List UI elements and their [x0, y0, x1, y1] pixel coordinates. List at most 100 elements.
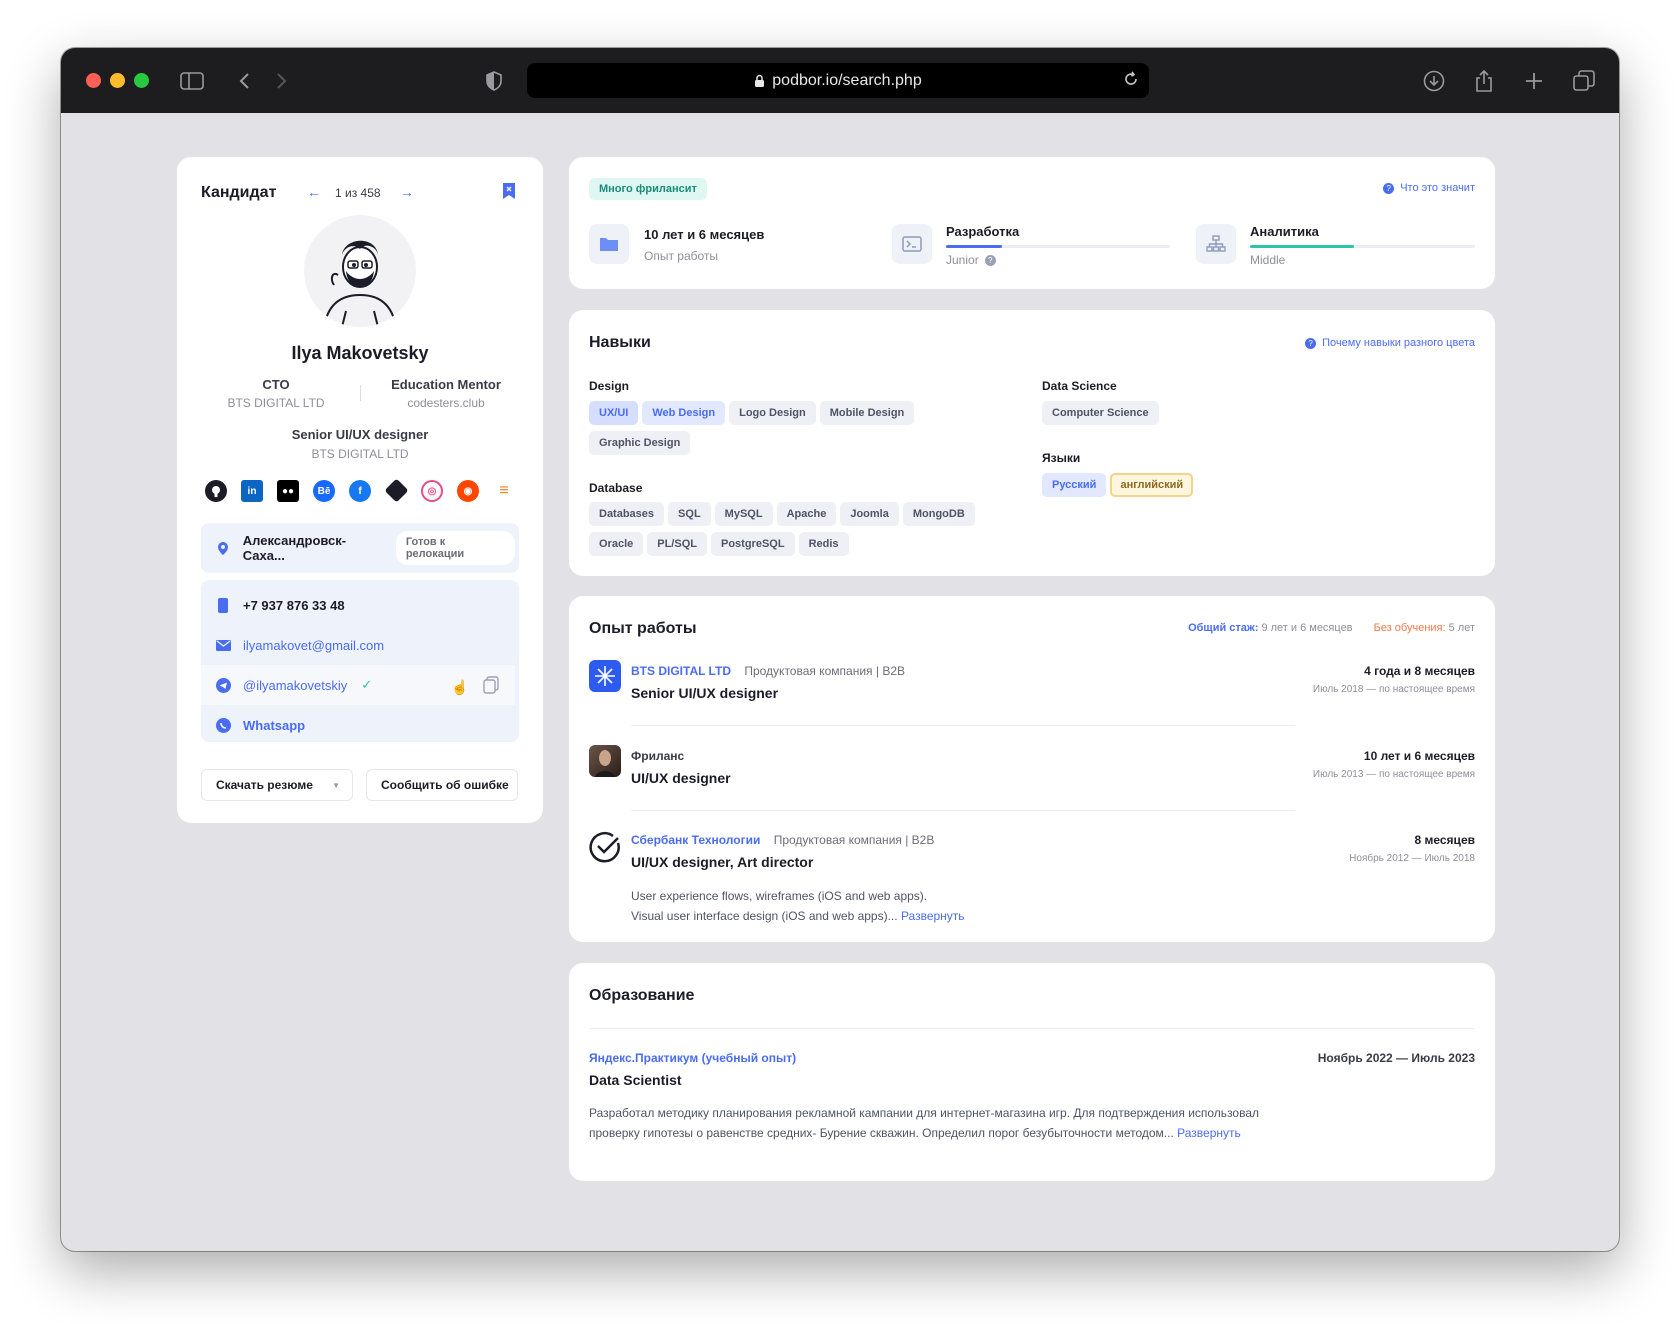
- skill-chip[interactable]: PL/SQL: [647, 532, 707, 556]
- analytics-title: Аналитика: [1250, 224, 1319, 239]
- behance-icon[interactable]: Bē: [313, 480, 335, 502]
- skill-chip[interactable]: Graphic Design: [589, 431, 691, 455]
- skill-chip[interactable]: MySQL: [714, 502, 773, 526]
- info-icon[interactable]: ?: [984, 254, 996, 266]
- mail-icon: [215, 637, 231, 653]
- no-edu-value: 5 лет: [1448, 622, 1475, 634]
- tabs-overview-icon[interactable]: [1571, 68, 1597, 94]
- job-1-position: Senior UI/UX designer: [631, 685, 779, 701]
- url-text: podbor.io/search.php: [772, 71, 922, 89]
- download-resume-button[interactable]: Скачать резюме ▼: [201, 769, 353, 801]
- role-1: CTO BTS DIGITAL LTD: [201, 377, 351, 410]
- education-card: Образование Яндекс.Практикум (учебный оп…: [569, 963, 1495, 1181]
- address-bar[interactable]: podbor.io/search.php: [527, 63, 1149, 98]
- experience-title: Опыт работы: [589, 620, 697, 637]
- forward-icon[interactable]: [269, 68, 295, 94]
- back-icon[interactable]: [231, 68, 257, 94]
- ds-group-title: Data Science: [1042, 379, 1117, 393]
- shield-icon[interactable]: [481, 68, 507, 94]
- skill-chip[interactable]: Oracle: [589, 532, 644, 556]
- email-row[interactable]: ilyamakovet@gmail.com: [201, 625, 515, 665]
- browser-titlebar: podbor.io/search.php: [61, 48, 1619, 113]
- skill-chip[interactable]: Databases: [589, 502, 665, 526]
- job-3-desc-line-1: User experience flows, wireframes (iOS a…: [631, 889, 928, 903]
- git-icon[interactable]: [384, 478, 409, 503]
- whatsapp-link[interactable]: Whatsapp: [243, 718, 305, 733]
- role-2-org: codesters.club: [407, 396, 485, 410]
- expand-link[interactable]: Развернуть: [1177, 1126, 1241, 1140]
- database-chips: Databases SQL MySQL Apache Joomla MongoDB Orac…: [589, 502, 1009, 562]
- expand-link[interactable]: Развернуть: [901, 909, 965, 923]
- skill-chip[interactable]: Joomla: [840, 502, 899, 526]
- what-it-means-link[interactable]: ? Что это значит: [1383, 182, 1475, 194]
- job-3-desc-line-2-text: Visual user interface design (iOS and we…: [631, 909, 898, 923]
- design-chips: UX/UI Web Design Logo Design Mobile Design G…: [589, 401, 989, 461]
- skill-chip[interactable]: MongoDB: [902, 502, 975, 526]
- skill-chip[interactable]: Redis: [798, 532, 849, 556]
- telegram-row[interactable]: @ilyamakovetskiy ✓ ☝: [201, 665, 515, 705]
- phone-row[interactable]: +7 937 876 33 48: [201, 585, 515, 625]
- education-degree: Data Scientist: [589, 1072, 682, 1088]
- skill-chip[interactable]: UX/UI: [589, 401, 639, 425]
- experience-value: 10 лет и 6 месяцев: [644, 227, 765, 242]
- new-tab-icon[interactable]: [1521, 68, 1547, 94]
- maximize-window-button[interactable]: [134, 73, 149, 88]
- report-error-button[interactable]: Сообщить об ошибке: [366, 769, 518, 801]
- role-2-title: Education Mentor: [391, 377, 501, 392]
- prev-candidate-icon[interactable]: ←: [307, 184, 321, 200]
- close-window-button[interactable]: [86, 73, 101, 88]
- telegram-link[interactable]: @ilyamakovetskiy: [243, 678, 347, 693]
- analytics-progress-bar: [1250, 245, 1475, 248]
- candidate-card: Кандидат ← 1 из 458 → Ilya Makovetsky CT…: [177, 157, 543, 823]
- download-icon[interactable]: [1421, 68, 1447, 94]
- role-1-title: CTO: [262, 377, 290, 392]
- location-text: Александровск-Саха...: [242, 533, 347, 563]
- lang-chip[interactable]: английский: [1110, 473, 1194, 497]
- lang-chip[interactable]: Русский: [1042, 473, 1107, 497]
- sidebar-toggle-icon[interactable]: [179, 68, 205, 94]
- whatsapp-row[interactable]: Whatsapp: [201, 705, 515, 745]
- job-3-company[interactable]: Сбербанк Технологии: [631, 833, 760, 847]
- database-group-title: Database: [589, 481, 643, 495]
- skills-title: Навыки: [589, 334, 651, 351]
- medium-icon[interactable]: ●●: [277, 480, 299, 502]
- job-1-company[interactable]: BTS DIGITAL LTD: [631, 664, 731, 678]
- skill-colors-link[interactable]: ? Почему навыки разного цвета: [1305, 337, 1475, 349]
- reload-icon[interactable]: [1123, 71, 1139, 92]
- design-group-title: Design: [589, 379, 630, 393]
- github-icon[interactable]: [205, 480, 227, 502]
- minimize-window-button[interactable]: [110, 73, 125, 88]
- education-period: Ноябрь 2022 — Июль 2023: [1317, 1051, 1475, 1065]
- facebook-icon[interactable]: f: [349, 480, 371, 502]
- bookmark-icon[interactable]: [502, 182, 516, 205]
- stackoverflow-icon[interactable]: ≡: [493, 480, 515, 502]
- skill-chip[interactable]: Logo Design: [729, 401, 816, 425]
- what-it-means-label: Что это значит: [1400, 182, 1475, 194]
- job-3-header: Сбербанк Технологии Продуктовая компания…: [631, 833, 934, 847]
- job-1-type: Продуктовая компания | B2B: [744, 664, 905, 678]
- experience-card: Опыт работы Общий стаж: 9 лет и 6 месяце…: [569, 596, 1495, 942]
- reddit-icon[interactable]: ◉: [457, 480, 479, 502]
- education-description: Разработал методику планирования рекламн…: [589, 1103, 1329, 1143]
- skill-chip[interactable]: Mobile Design: [819, 401, 915, 425]
- next-candidate-icon[interactable]: →: [400, 184, 414, 200]
- linkedin-icon[interactable]: in: [241, 480, 263, 502]
- sber-logo: [589, 831, 621, 863]
- candidate-title: Кандидат: [201, 184, 277, 201]
- email-link[interactable]: ilyamakovet@gmail.com: [243, 638, 384, 653]
- education-school[interactable]: Яндекс.Практикум (учебный опыт): [589, 1051, 796, 1065]
- current-org: BTS DIGITAL LTD: [311, 447, 409, 461]
- location-pin-icon: [215, 540, 231, 556]
- company-logo: [589, 660, 621, 692]
- skill-chip[interactable]: Web Design: [642, 401, 726, 425]
- whatsapp-icon: [215, 717, 231, 733]
- copy-icon[interactable]: [483, 676, 499, 697]
- skill-chip[interactable]: SQL: [668, 502, 711, 526]
- skill-chip[interactable]: PostgreSQL: [710, 532, 795, 556]
- skill-chip[interactable]: Apache: [776, 502, 837, 526]
- dribbble-icon[interactable]: ◎: [421, 480, 443, 502]
- current-title: Senior UI/UX designer: [291, 427, 429, 442]
- share-icon[interactable]: [1471, 68, 1497, 94]
- terminal-icon: [892, 224, 932, 264]
- skill-chip[interactable]: Computer Science: [1042, 401, 1159, 425]
